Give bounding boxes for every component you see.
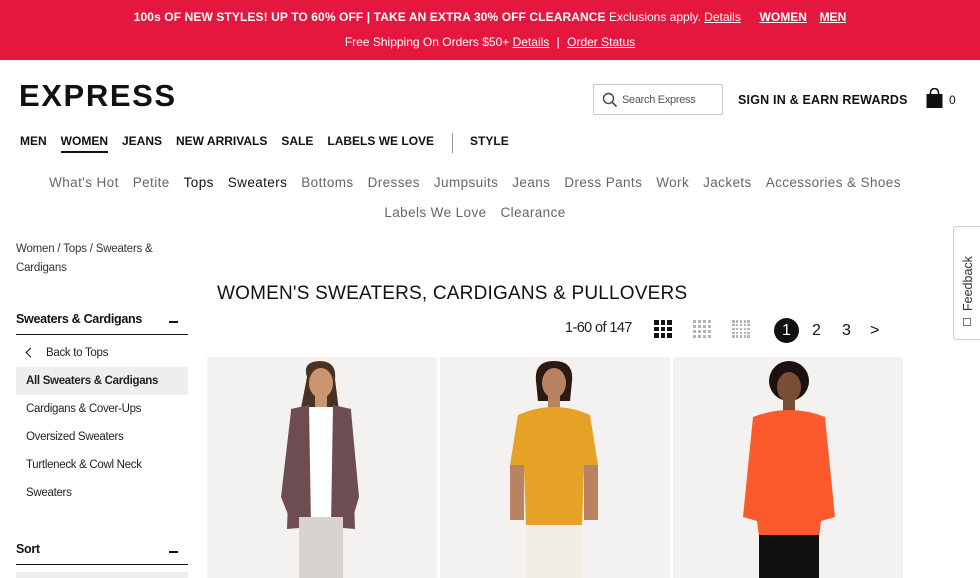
subnav-item-clearance[interactable]: Clearance xyxy=(501,198,566,228)
category-item-sweaters[interactable]: Sweaters xyxy=(16,479,188,507)
grid-5-columns-icon[interactable] xyxy=(732,320,750,338)
promo-details-link[interactable]: Details xyxy=(704,10,741,24)
product-card[interactable] xyxy=(207,357,437,578)
collapse-icon[interactable] xyxy=(169,551,178,553)
model-inner-top xyxy=(309,407,333,517)
nav-item-labels-we-love[interactable]: LABELS WE LOVE xyxy=(327,134,434,151)
category-filter-header[interactable]: Sweaters & Cardigans xyxy=(16,309,188,335)
subnav-item-work[interactable]: Work xyxy=(656,168,689,198)
page-1-button[interactable]: 1 xyxy=(774,318,799,343)
model-neck xyxy=(548,395,560,409)
subnav-item-accessories-shoes[interactable]: Accessories & Shoes xyxy=(766,168,901,198)
model-face xyxy=(542,368,566,398)
model-face xyxy=(777,372,801,402)
product-card[interactable] xyxy=(673,357,903,578)
chevron-left-icon xyxy=(25,347,36,358)
page-2-button[interactable]: 2 xyxy=(812,318,821,344)
grid-4-columns-icon[interactable] xyxy=(693,320,711,338)
shopping-bag-icon[interactable] xyxy=(925,88,944,109)
promo-line-1: 100s OF NEW STYLES! UP TO 60% OFF | TAKE… xyxy=(0,10,980,24)
result-count: 1-60 of 147 xyxy=(565,320,632,336)
model-pants xyxy=(759,535,819,578)
model-pants xyxy=(299,517,343,578)
breadcrumb: Women / Tops / Sweaters & Cardigans xyxy=(16,240,186,278)
signin-link[interactable]: SIGN IN & EARN REWARDS xyxy=(738,93,908,107)
nav-divider xyxy=(452,133,454,153)
promo-men-link[interactable]: MEN xyxy=(820,10,847,24)
product-image[interactable] xyxy=(440,357,670,578)
next-page-button[interactable]: > xyxy=(870,318,879,344)
sort-header[interactable]: Sort xyxy=(16,539,188,565)
promo-exclusions: Exclusions apply. xyxy=(609,10,701,24)
subnav-item-labels-we-love[interactable]: Labels We Love xyxy=(384,198,486,228)
product-image[interactable] xyxy=(207,357,437,578)
subnav-item-whats-hot[interactable]: What's Hot xyxy=(49,168,119,198)
back-to-tops-label: Back to Tops xyxy=(46,347,109,359)
model-face xyxy=(309,368,333,398)
shipping-text: Free Shipping On Orders $50+ xyxy=(344,35,510,49)
nav-item-women[interactable]: WOMEN xyxy=(60,134,108,153)
subnav-item-sweaters[interactable]: Sweaters xyxy=(228,168,287,198)
model-pants xyxy=(526,525,582,578)
feedback-icon xyxy=(963,318,971,326)
bag-count: 0 xyxy=(949,93,956,107)
promo-women-link[interactable]: WOMEN xyxy=(760,10,807,24)
nav-item-jeans[interactable]: JEANS xyxy=(122,134,162,151)
page-title: WOMEN'S SWEATERS, CARDIGANS & PULLOVERS xyxy=(217,283,688,304)
category-item-all-sweaters-cardigans[interactable]: All Sweaters & Cardigans xyxy=(16,367,188,395)
breadcrumb-separator: / xyxy=(57,243,61,255)
model-neck xyxy=(783,399,795,411)
product-card[interactable] xyxy=(440,357,670,578)
subnav-item-jackets[interactable]: Jackets xyxy=(703,168,752,198)
promo-divider: | xyxy=(556,35,560,49)
category-filter-title: Sweaters & Cardigans xyxy=(16,312,142,326)
order-status-link[interactable]: Order Status xyxy=(567,35,635,49)
promo-headline: 100s OF NEW STYLES! UP TO 60% OFF | TAKE… xyxy=(133,10,606,24)
collapse-icon[interactable] xyxy=(169,321,178,323)
search-input[interactable] xyxy=(622,91,717,109)
subnav-item-bottoms[interactable]: Bottoms xyxy=(301,168,353,198)
breadcrumb-separator: / xyxy=(89,243,93,255)
sub-nav: What's Hot Petite Tops Sweaters Bottoms Dress… xyxy=(0,168,950,228)
subnav-item-petite[interactable]: Petite xyxy=(133,168,170,198)
feedback-label: Feedback xyxy=(961,256,975,311)
category-item-oversized-sweaters[interactable]: Oversized Sweaters xyxy=(16,423,188,451)
promo-line-2: Free Shipping On Orders $50+ Details | O… xyxy=(0,35,980,49)
express-logo[interactable]: EXPRESS xyxy=(19,80,177,111)
model-neck xyxy=(315,395,327,409)
product-image[interactable] xyxy=(673,357,903,578)
nav-item-style[interactable]: STYLE xyxy=(470,134,509,151)
sort-option[interactable] xyxy=(16,572,188,578)
subnav-item-dress-pants[interactable]: Dress Pants xyxy=(564,168,642,198)
search-icon[interactable] xyxy=(602,92,618,108)
model-top xyxy=(743,410,835,537)
back-to-tops-link[interactable]: Back to Tops xyxy=(16,339,188,367)
feedback-tab[interactable]: Feedback xyxy=(953,226,980,340)
model-arm-right xyxy=(584,465,598,520)
category-list: Back to Tops All Sweaters & Cardigans Ca… xyxy=(16,339,188,507)
promo-banner: 100s OF NEW STYLES! UP TO 60% OFF | TAKE… xyxy=(0,0,980,60)
subnav-item-dresses[interactable]: Dresses xyxy=(368,168,420,198)
subnav-item-tops[interactable]: Tops xyxy=(184,168,214,198)
nav-item-sale[interactable]: SALE xyxy=(281,134,313,151)
category-item-turtleneck-cowl-neck[interactable]: Turtleneck & Cowl Neck xyxy=(16,451,188,479)
main-nav: MEN WOMEN JEANS NEW ARRIVALS SALE LABELS… xyxy=(20,133,523,154)
category-item-cardigans-cover-ups[interactable]: Cardigans & Cover-Ups xyxy=(16,395,188,423)
subnav-item-jeans[interactable]: Jeans xyxy=(512,168,550,198)
breadcrumb-tops[interactable]: Tops xyxy=(63,243,87,255)
page-3-button[interactable]: 3 xyxy=(842,318,851,344)
nav-item-new-arrivals[interactable]: NEW ARRIVALS xyxy=(176,134,267,151)
shipping-details-link[interactable]: Details xyxy=(513,35,550,49)
model-arm-left xyxy=(510,465,524,520)
sort-title: Sort xyxy=(16,542,40,556)
subnav-item-jumpsuits[interactable]: Jumpsuits xyxy=(434,168,498,198)
search-box[interactable] xyxy=(593,84,723,115)
grid-3-columns-icon[interactable] xyxy=(654,320,672,338)
breadcrumb-women[interactable]: Women xyxy=(16,243,55,255)
nav-item-men[interactable]: MEN xyxy=(20,134,47,151)
